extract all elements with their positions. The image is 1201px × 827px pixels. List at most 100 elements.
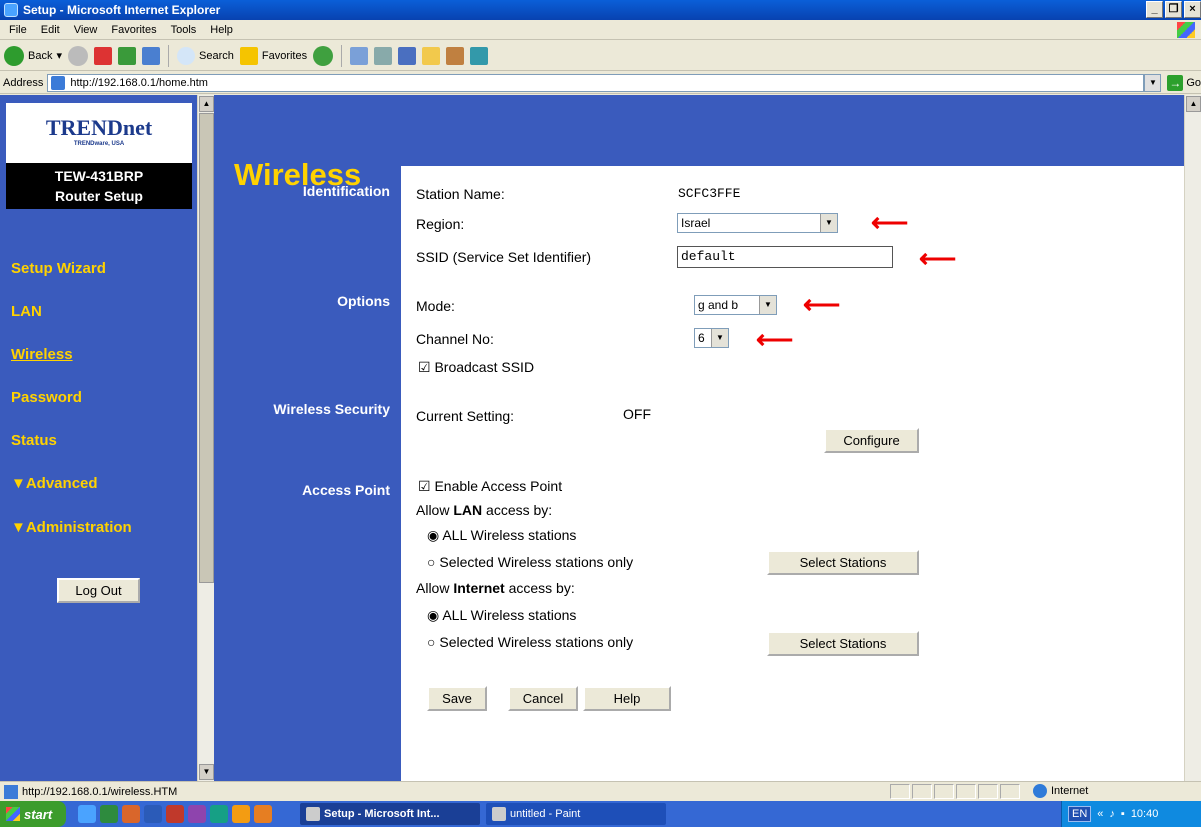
messenger-icon[interactable] (470, 46, 489, 65)
maximize-button[interactable]: ❐ (1165, 1, 1182, 18)
menu-bar: File Edit View Favorites Tools Help (0, 20, 1201, 40)
task-paint[interactable]: untitled - Paint (486, 803, 666, 825)
mode-select[interactable]: g and b ▼ (694, 295, 777, 315)
scroll-up-icon[interactable]: ▲ (1186, 96, 1201, 112)
tray-expand-icon[interactable]: « (1097, 808, 1103, 820)
model-subtitle: Router Setup (55, 188, 143, 204)
app-icon[interactable] (210, 805, 228, 823)
paint-icon (492, 807, 506, 821)
language-indicator[interactable]: EN (1068, 806, 1092, 822)
task-ie[interactable]: Setup - Microsoft Int... (300, 803, 480, 825)
section-identification: Identification (302, 183, 390, 199)
home-icon[interactable] (142, 46, 160, 65)
nav-password[interactable]: Password (11, 389, 82, 406)
go-button[interactable]: → Go (1167, 74, 1201, 91)
annotation-arrow: ⟵ (803, 289, 841, 319)
clock-icon[interactable] (254, 805, 272, 823)
nav-lan[interactable]: LAN (11, 303, 42, 320)
close-button[interactable]: × (1184, 1, 1201, 18)
back-button[interactable]: Back ▾ (4, 45, 62, 66)
enable-access-point-checkbox[interactable]: ☑ Enable Access Point (418, 478, 562, 495)
internet-globe-icon (1033, 784, 1047, 798)
channel-label: Channel No: (416, 331, 494, 347)
menu-edit[interactable]: Edit (34, 24, 67, 36)
forward-button[interactable] (68, 45, 88, 66)
messenger-icon[interactable] (188, 805, 206, 823)
internet-selected-stations-radio[interactable]: ○ Selected Wireless stations only (427, 634, 633, 650)
nav-status[interactable]: Status (11, 432, 57, 449)
app-icon[interactable] (166, 805, 184, 823)
address-dropdown-icon[interactable]: ▼ (1144, 73, 1162, 92)
section-options: Options (337, 293, 390, 309)
media-player-icon[interactable] (232, 805, 250, 823)
nav-administration[interactable]: ▼Administration (11, 519, 132, 536)
security-current-label: Current Setting: (416, 408, 515, 424)
internet-select-stations-button[interactable]: Select Stations (767, 631, 919, 656)
address-input[interactable]: http://192.168.0.1/home.htm (47, 73, 1145, 92)
help-button[interactable]: Help (583, 686, 671, 711)
stop-icon[interactable] (94, 46, 112, 65)
ie-icon (306, 807, 320, 821)
volume-icon[interactable]: ♪ (1109, 808, 1115, 820)
ssid-input[interactable]: default (677, 246, 893, 268)
menu-tools[interactable]: Tools (164, 24, 204, 36)
menu-help[interactable]: Help (203, 24, 240, 36)
cancel-button[interactable]: Cancel (508, 686, 578, 711)
print-icon[interactable] (374, 46, 393, 65)
section-access-point: Access Point (302, 482, 390, 498)
mail-icon[interactable] (350, 46, 369, 65)
scroll-down-icon[interactable]: ▼ (199, 764, 214, 780)
search-button[interactable]: Search (177, 46, 234, 65)
nav-setup-wizard[interactable]: Setup Wizard (11, 260, 106, 277)
scroll-up-icon[interactable]: ▲ (199, 96, 214, 112)
region-select[interactable]: Israel ▼ (677, 213, 838, 233)
excel-icon[interactable] (100, 805, 118, 823)
lan-selected-stations-radio[interactable]: ○ Selected Wireless stations only (427, 554, 633, 570)
menu-favorites[interactable]: Favorites (104, 24, 163, 36)
model-name: TEW-431BRP (54, 168, 144, 184)
folder-icon[interactable] (422, 46, 441, 65)
address-label: Address (3, 76, 44, 89)
nav-advanced[interactable]: ▼Advanced (11, 475, 98, 492)
status-url: http://192.168.0.1/wireless.HTM (22, 785, 178, 798)
configure-button[interactable]: Configure (824, 428, 919, 453)
favorites-button[interactable]: Favorites (239, 46, 307, 65)
minimize-button[interactable]: _ (1146, 1, 1163, 18)
search-icon (177, 46, 195, 65)
checkbox-checked-icon: ☑ (418, 359, 431, 375)
system-tray: EN « ♪ ▪ 10:40 (1061, 801, 1201, 827)
word-icon[interactable] (398, 46, 417, 65)
network-icon[interactable]: ▪ (1121, 808, 1125, 820)
window-titlebar: Setup - Microsoft Internet Explorer _ ❐ … (0, 0, 1201, 20)
settings-panel: Station Name: SCFC3FFE Region: Israel ▼ … (401, 166, 1184, 781)
lan-select-stations-button[interactable]: Select Stations (767, 550, 919, 575)
toolbar-separator (341, 44, 343, 67)
status-panes (890, 784, 1020, 799)
nav-scrollbar[interactable]: ▲ ▼ (197, 95, 214, 781)
refresh-icon[interactable] (118, 46, 136, 65)
word-icon[interactable] (144, 805, 162, 823)
channel-select[interactable]: 6 ▼ (694, 328, 729, 348)
research-icon[interactable] (446, 46, 465, 65)
broadcast-ssid-checkbox[interactable]: ☑ Broadcast SSID (418, 359, 534, 376)
nav-wireless[interactable]: Wireless (11, 346, 73, 363)
ie-icon (4, 3, 18, 17)
address-url: http://192.168.0.1/home.htm (70, 76, 208, 89)
save-button[interactable]: Save (427, 686, 487, 711)
powerpoint-icon[interactable] (122, 805, 140, 823)
content-scrollbar[interactable]: ▲ (1184, 95, 1201, 781)
media-icon[interactable] (313, 45, 334, 66)
clock: 10:40 (1130, 808, 1159, 820)
ie-icon[interactable] (78, 805, 96, 823)
go-arrow-icon: → (1167, 74, 1184, 91)
scroll-thumb[interactable] (199, 113, 214, 583)
logout-button[interactable]: Log Out (57, 578, 140, 603)
address-bar: Address http://192.168.0.1/home.htm ▼ → … (0, 72, 1201, 94)
lan-all-stations-radio[interactable]: ◉ ALL Wireless stations (427, 527, 576, 544)
menu-file[interactable]: File (2, 24, 34, 36)
station-name-value: SCFC3FFE (678, 186, 741, 201)
internet-all-stations-radio[interactable]: ◉ ALL Wireless stations (427, 607, 576, 624)
start-button[interactable]: start (0, 801, 66, 827)
ssid-label: SSID (Service Set Identifier) (416, 249, 592, 265)
menu-view[interactable]: View (67, 24, 105, 36)
